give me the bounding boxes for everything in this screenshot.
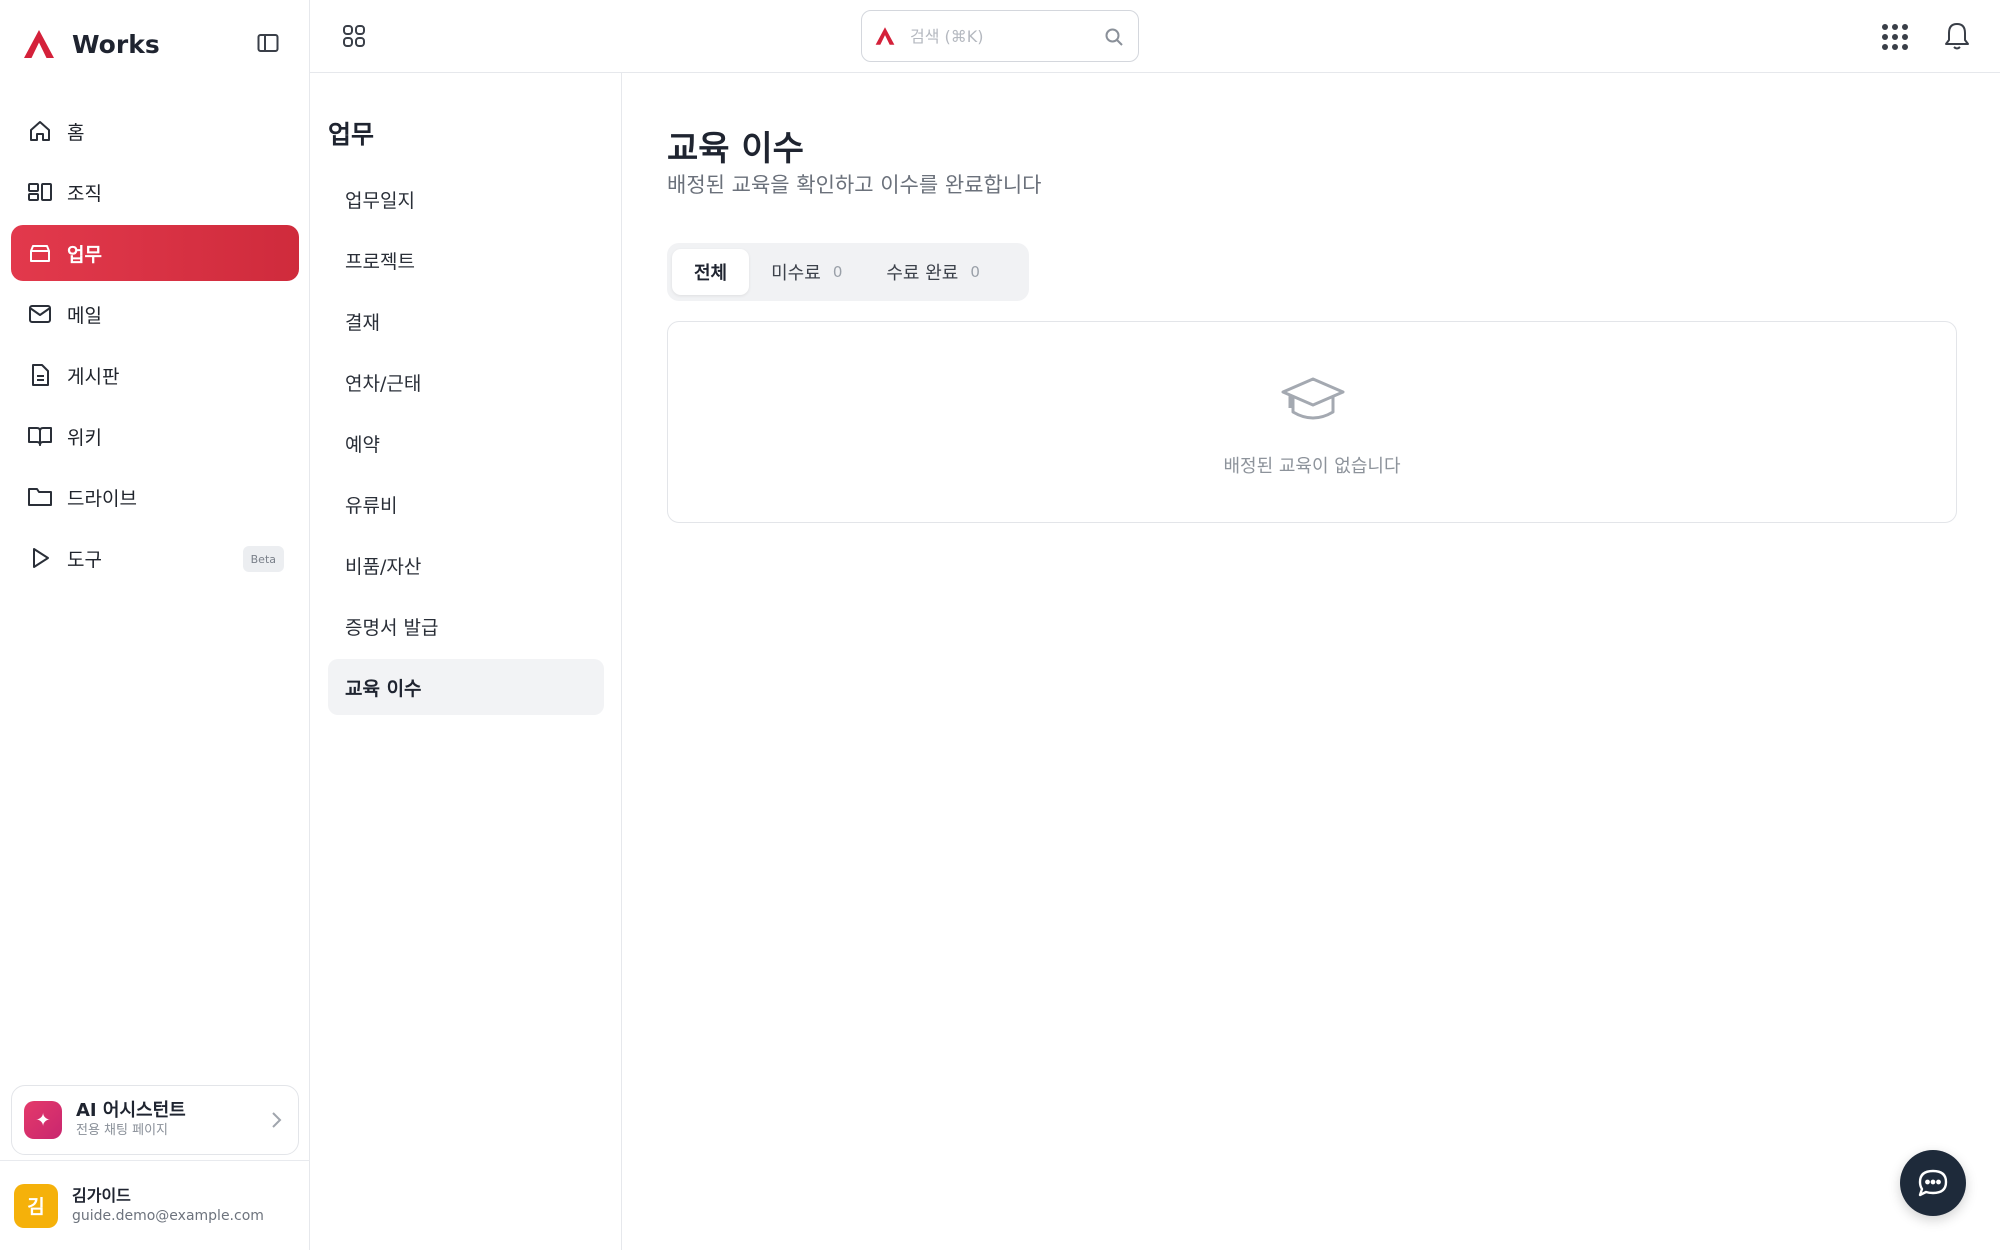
briefcase-icon [27, 240, 53, 266]
chevron-right-icon [270, 1110, 282, 1134]
folder-icon [27, 484, 53, 510]
notifications-button[interactable] [1942, 20, 1972, 52]
sidebar-item-work[interactable]: 업무 [11, 225, 299, 281]
sidebar-item-label: 도구 [67, 548, 102, 571]
grid-menu-button[interactable] [340, 22, 368, 50]
graduation-cap-icon [1278, 372, 1348, 432]
user-name: 김가이드 [72, 1186, 131, 1205]
main-content: 교육 이수 배정된 교육을 확인하고 이수를 완료합니다 전체 미수료 0 수료… [622, 73, 2000, 1250]
sidebar-item-label: 위키 [67, 426, 102, 449]
works-logo-icon [20, 26, 58, 62]
avatar: 김 [14, 1183, 58, 1228]
sidebar-item-label: 업무 [67, 243, 102, 266]
collapse-sidebar-button[interactable] [255, 30, 281, 56]
search-bar[interactable] [861, 10, 1139, 62]
empty-state-text: 배정된 교육이 없습니다 [1223, 456, 1401, 477]
app-name: Works [72, 29, 160, 59]
sidebar-item-home[interactable]: 홈 [11, 103, 299, 159]
chat-bubble-icon [1918, 1169, 1948, 1197]
tab-completed[interactable]: 수료 완료 0 [864, 249, 1002, 295]
sidebar-item-board[interactable]: 게시판 [11, 347, 299, 403]
apps-launcher-button[interactable] [1880, 22, 1910, 52]
tab-label: 전체 [694, 263, 728, 284]
beta-badge: Beta [242, 546, 284, 572]
tab-incomplete[interactable]: 미수료 0 [749, 249, 864, 295]
play-icon [27, 545, 53, 571]
submenu-item-certificate[interactable]: 증명서 발급 [328, 598, 604, 654]
submenu-item-project[interactable]: 프로젝트 [328, 232, 604, 288]
tab-all[interactable]: 전체 [672, 249, 750, 295]
submenu-item-worklog[interactable]: 업무일지 [328, 171, 604, 227]
dots-grid-icon [1882, 24, 1908, 50]
org-icon [27, 179, 53, 205]
sidebar-item-wiki[interactable]: 위키 [11, 408, 299, 464]
submenu-list: 업무일지 프로젝트 결재 연차/근태 예약 유류비 비품/자산 증명서 발급 교… [328, 171, 604, 720]
user-profile[interactable]: 김 김가이드 guide.demo@example.com [0, 1160, 310, 1250]
sidebar-item-label: 메일 [67, 304, 102, 327]
user-email: guide.demo@example.com [72, 1208, 264, 1224]
empty-state-card: 배정된 교육이 없습니다 [667, 321, 1957, 523]
mail-icon [27, 301, 53, 327]
sidebar-item-drive[interactable]: 드라이브 [11, 469, 299, 525]
page-subtitle: 배정된 교육을 확인하고 이수를 완료합니다 [667, 173, 1042, 197]
search-icon[interactable] [1102, 25, 1126, 49]
document-icon [27, 362, 53, 388]
sparkle-icon: ✦ [24, 1101, 62, 1139]
ai-assistant-card[interactable]: ✦ AI 어시스턴트 전용 채팅 페이지 [11, 1085, 299, 1155]
app-root: Works 홈 조직 업무 메일 게시판 위키 드라이브 도구 Beta ✦ A… [0, 0, 2000, 1250]
tab-count: 0 [970, 263, 980, 281]
submenu-item-fuel[interactable]: 유류비 [328, 476, 604, 532]
bell-icon [1945, 23, 1969, 50]
search-input[interactable] [910, 21, 1080, 51]
submenu-title: 업무 [328, 120, 375, 149]
ai-assistant-subtitle: 전용 채팅 페이지 [76, 1123, 168, 1138]
sidebar: Works 홈 조직 업무 메일 게시판 위키 드라이브 도구 Beta ✦ A… [0, 0, 310, 1250]
brand[interactable]: Works [20, 24, 160, 64]
work-submenu: 업무 업무일지 프로젝트 결재 연차/근태 예약 유류비 비품/자산 증명서 발… [310, 73, 622, 1250]
submenu-item-leave[interactable]: 연차/근태 [328, 354, 604, 410]
sidebar-item-label: 조직 [67, 182, 102, 205]
sidebar-item-mail[interactable]: 메일 [11, 286, 299, 342]
sidebar-item-tools[interactable]: 도구 Beta [11, 530, 299, 586]
home-icon [27, 118, 53, 144]
sidebar-item-label: 드라이브 [67, 487, 137, 510]
submenu-item-approval[interactable]: 결재 [328, 293, 604, 349]
page-title: 교육 이수 [667, 129, 804, 169]
works-logo-icon [874, 25, 896, 47]
submenu-item-training[interactable]: 교육 이수 [328, 659, 604, 715]
sidebar-item-label: 게시판 [67, 365, 120, 388]
tab-count: 0 [832, 263, 843, 281]
book-icon [27, 423, 53, 449]
main-nav: 홈 조직 업무 메일 게시판 위키 드라이브 도구 Beta [11, 103, 299, 591]
sidebar-item-org[interactable]: 조직 [11, 164, 299, 220]
tab-label: 미수료 [771, 263, 821, 284]
sidebar-toggle-icon [257, 34, 279, 52]
top-bar [310, 0, 2000, 73]
chat-button[interactable] [1900, 1150, 1966, 1216]
submenu-item-reservation[interactable]: 예약 [328, 415, 604, 471]
ai-assistant-title: AI 어시스턴트 [76, 1100, 186, 1121]
filter-tabs: 전체 미수료 0 수료 완료 0 [667, 243, 1029, 301]
tab-label: 수료 완료 [886, 263, 959, 284]
sidebar-item-label: 홈 [67, 121, 85, 144]
submenu-item-assets[interactable]: 비품/자산 [328, 537, 604, 593]
grid-icon [343, 25, 365, 47]
